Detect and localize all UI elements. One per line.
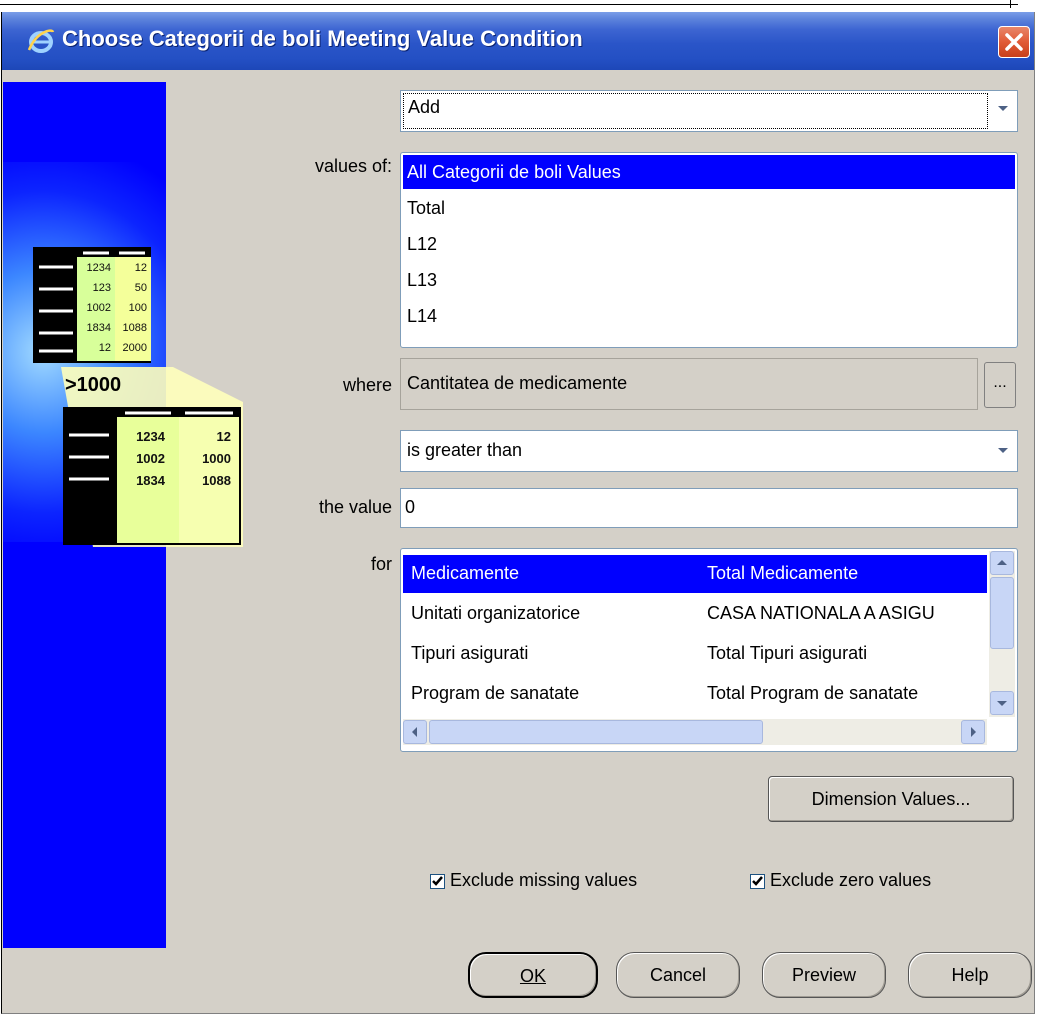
cancel-label: Cancel xyxy=(649,965,707,985)
illustration-number: 123 xyxy=(93,282,111,294)
illustration-number: 1088 xyxy=(123,322,147,334)
list-item[interactable]: Total xyxy=(403,191,1015,225)
chevron-right-icon xyxy=(971,727,976,737)
where-browse-button[interactable]: ... xyxy=(984,362,1016,408)
dimension-cell: Tipuri asigurati xyxy=(411,643,529,663)
chevron-down-icon xyxy=(998,106,1008,111)
dimension-value-cell: Total Tipuri asigurati xyxy=(707,643,868,663)
dimension-cell: Program de sanatate xyxy=(411,683,580,703)
dialog-title: Choose Categorii de boli Meeting Value C… xyxy=(62,26,583,51)
illustration-number: 1234 xyxy=(87,262,111,274)
browse-button-label: ... xyxy=(993,374,1007,391)
scroll-right-button[interactable] xyxy=(961,720,985,744)
exclude-missing-label: Exclude missing values xyxy=(450,870,638,890)
preview-button[interactable]: Preview xyxy=(762,952,886,998)
scroll-thumb-v[interactable] xyxy=(990,577,1014,649)
values-of-label: values of: xyxy=(314,156,392,176)
vertical-scrollbar[interactable] xyxy=(989,551,1015,717)
illustration-number: 1002 xyxy=(136,451,165,466)
for-dimension-grid[interactable]: Medicamente Total Medicamente Unitati orga… xyxy=(400,548,1018,752)
action-select[interactable]: Add xyxy=(400,90,1018,132)
table-row[interactable]: Unitati organizatorice CASA NATIONALA A A… xyxy=(403,595,987,633)
title-bar[interactable]: Choose Categorii de boli Meeting Value C… xyxy=(2,12,1034,70)
illustration-number: 1002 xyxy=(87,302,111,314)
table-row[interactable]: Medicamente Total Medicamente xyxy=(403,555,987,593)
operator-selected-value: is greater than xyxy=(407,440,523,460)
illustration-number: 1834 xyxy=(87,322,111,334)
illustration-number: 12 xyxy=(99,342,111,354)
illustration-number: 1234 xyxy=(136,429,166,444)
exclude-missing-checkbox[interactable] xyxy=(430,874,445,889)
the-value-label: the value xyxy=(318,497,392,517)
ok-label: OK xyxy=(519,966,546,986)
illustration-number: 2000 xyxy=(123,342,147,354)
chevron-left-icon xyxy=(412,727,417,737)
dialog-window: Choose Categorii de boli Meeting Value C… xyxy=(1,12,1035,1014)
preview-label: Preview xyxy=(791,965,857,985)
for-label: for xyxy=(370,554,392,574)
illustration-number: 1834 xyxy=(136,473,166,488)
where-label: where xyxy=(342,375,392,395)
scroll-thumb-h[interactable] xyxy=(429,720,763,744)
the-value-input[interactable]: 0 xyxy=(400,488,1018,528)
scroll-left-button[interactable] xyxy=(403,720,427,744)
dimension-value-cell: Total Medicamente xyxy=(707,563,859,583)
illustration-number: 12 xyxy=(135,262,147,274)
cancel-button[interactable]: Cancel xyxy=(616,952,740,998)
help-label: Help xyxy=(951,965,989,985)
operator-select[interactable]: is greater than xyxy=(400,430,1018,472)
checkmark-icon xyxy=(752,876,763,886)
illustration-number: 100 xyxy=(129,302,147,314)
dimension-value-cell: Total Program de sanatate xyxy=(707,683,919,703)
list-item[interactable]: L13 xyxy=(403,263,1015,297)
the-value-text: 0 xyxy=(405,497,416,517)
where-value: Cantitatea de medicamente xyxy=(407,373,628,393)
checkmark-icon xyxy=(432,876,443,886)
chevron-up-icon xyxy=(997,560,1007,565)
dimension-values-label: Dimension Values... xyxy=(811,789,971,809)
illustration-number: 1000 xyxy=(202,451,231,466)
exclude-zero-checkbox[interactable] xyxy=(750,874,765,889)
list-item[interactable]: All Categorii de boli Values xyxy=(403,155,1015,189)
horizontal-scrollbar[interactable] xyxy=(403,719,987,745)
scroll-down-button[interactable] xyxy=(990,691,1014,715)
chevron-down-icon xyxy=(998,448,1008,453)
ie-logo-icon xyxy=(27,29,55,53)
page-top-rule xyxy=(0,0,1038,8)
illustration-number: 50 xyxy=(135,282,147,294)
action-selected-value: Add xyxy=(403,93,988,129)
scroll-up-button[interactable] xyxy=(990,551,1014,575)
list-item[interactable]: L14 xyxy=(403,299,1015,333)
dimension-cell: Unitati organizatorice xyxy=(411,603,581,623)
close-icon xyxy=(1005,33,1023,51)
table-row[interactable]: Program de sanatate Total Program de sana… xyxy=(403,675,987,713)
dimension-values-button[interactable]: Dimension Values... xyxy=(768,776,1014,822)
filter-illustration: 1234 12 123 50 1002 100 1834 1088 12 2000 >1000 1… xyxy=(33,247,243,547)
dimension-value-cell: CASA NATIONALA A ASIGU xyxy=(707,603,935,623)
list-item[interactable]: L12 xyxy=(403,227,1015,261)
table-row[interactable]: Tipuri asigurati Total Tipuri asigurati xyxy=(403,635,987,673)
values-of-list[interactable]: All Categorii de boli Values Total L12 L13 L… xyxy=(400,152,1018,348)
chevron-down-icon xyxy=(997,701,1007,706)
threshold-label: >1000 xyxy=(65,374,121,396)
where-field: Cantitatea de medicamente xyxy=(400,358,978,410)
ok-button[interactable]: OK xyxy=(468,952,598,998)
illustration-number: 1088 xyxy=(202,473,231,488)
dimension-cell: Medicamente xyxy=(411,563,520,583)
help-button[interactable]: Help xyxy=(908,952,1032,998)
close-button[interactable] xyxy=(998,26,1030,58)
illustration-number: 12 xyxy=(217,429,231,444)
exclude-zero-label: Exclude zero values xyxy=(770,870,932,890)
page-top-tick xyxy=(1010,0,1011,8)
